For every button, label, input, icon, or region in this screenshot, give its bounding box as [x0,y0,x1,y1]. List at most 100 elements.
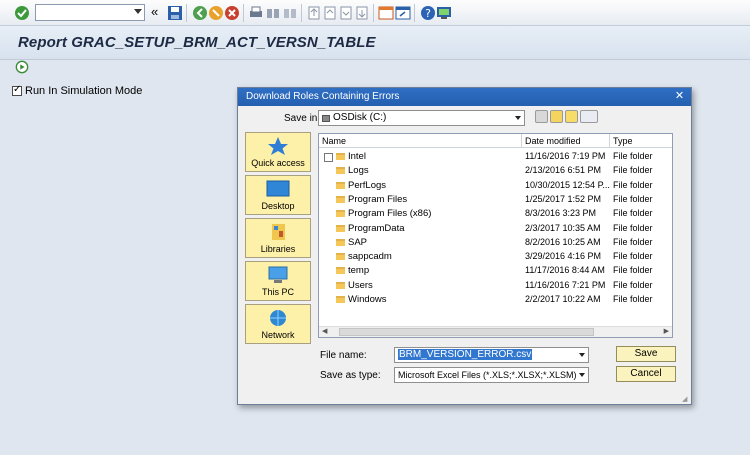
sap-toolbar: « ? [0,0,750,26]
file-row[interactable]: Program Files 1/25/2017 1:52 PM File folde… [319,193,670,207]
computer-icon [268,266,288,283]
file-name: Windows [348,294,387,305]
page-title: Report GRAC_SETUP_BRM_ACT_VERSN_TABLE [18,34,376,51]
dialog-title: Download Roles Containing Errors [246,91,400,102]
file-row[interactable]: Program Files (x86) 8/3/2016 3:23 PM File … [319,207,670,221]
save-as-type-value: Microsoft Excel Files (*.XLS;*.XLSX;*.XL… [398,370,577,380]
file-list: Name Date modified Type Intel 11/16/2016 … [318,133,673,338]
back-icon[interactable] [192,5,208,21]
chevron-down-icon [515,116,521,120]
execute-icon[interactable] [15,60,29,74]
file-type: File folder [613,279,653,290]
file-date-modified: 11/17/2016 8:44 AM [525,265,605,276]
file-name: Program Files [348,193,408,205]
file-type: File folder [613,151,653,161]
save-as-type-select[interactable]: Microsoft Excel Files (*.XLS;*.XLSX;*.XL… [394,367,589,383]
scroll-thumb[interactable] [339,328,594,336]
place-label: This PC [261,287,294,297]
application-toolbar [0,60,750,76]
exit-icon[interactable] [208,5,224,21]
file-date-modified: 1/25/2017 1:52 PM [525,193,602,204]
place-quick-access[interactable]: Quick access [245,132,311,172]
file-name: Users [348,279,373,291]
column-header-name[interactable]: Name [319,134,522,148]
save-file-dialog: Download Roles Containing Errors ✕ Save … [237,87,692,405]
file-date-modified: 8/3/2016 3:23 PM [525,208,597,219]
save-button[interactable]: Save [616,346,676,362]
command-dropdown-arrow-icon[interactable] [134,9,142,14]
file-row[interactable]: temp 11/17/2016 8:44 AM File folder [319,264,670,278]
find-next-icon[interactable] [282,5,298,21]
help-icon[interactable]: ? [420,5,436,21]
file-row[interactable]: sappcadm 3/29/2016 4:16 PM File folder [319,250,670,264]
desktop-icon [266,180,290,197]
resize-grip-icon[interactable]: ◢ [682,395,690,403]
customize-layout-icon[interactable] [436,5,452,21]
folder-icon [336,167,345,175]
file-name: Intel [348,151,366,162]
close-icon[interactable]: ✕ [673,90,686,103]
file-type: File folder [613,193,653,204]
save-disk-icon[interactable] [167,5,183,21]
folder-icon [336,224,345,232]
file-date-modified: 10/30/2015 12:54 P... [525,179,610,190]
libraries-icon [272,224,285,240]
folder-icon [336,210,345,218]
file-date-modified: 2/3/2017 10:35 AM [525,222,601,233]
view-menu-icon[interactable] [580,110,598,123]
cancel-icon[interactable] [224,5,240,21]
file-row[interactable]: ProgramData 2/3/2017 10:35 AM File folder [319,222,670,236]
save-in-select[interactable]: OSDisk (C:) [318,110,525,126]
file-row[interactable]: SAP 8/2/2016 10:25 AM File folder [319,236,670,250]
column-header-date[interactable]: Date modified [522,134,610,148]
enter-check-icon[interactable] [14,5,30,21]
place-network[interactable]: Network [245,304,311,344]
next-page-icon[interactable] [338,5,354,21]
up-folder-icon[interactable] [550,110,563,123]
new-folder-icon[interactable] [565,110,578,123]
previous-page-icon[interactable] [322,5,338,21]
scroll-left-icon[interactable]: ◀ [322,327,327,335]
command-field[interactable] [35,4,145,21]
scroll-right-icon[interactable]: ▶ [664,327,669,335]
new-session-icon[interactable] [378,5,394,21]
folder-icon [336,267,345,275]
cancel-button[interactable]: Cancel [616,366,676,382]
file-row[interactable]: Users 11/16/2016 7:21 PM File folder [319,279,670,293]
file-type: File folder [613,222,653,233]
back-arrow-icon[interactable] [535,110,548,123]
place-this-pc[interactable]: This PC [245,261,311,301]
file-name-input[interactable]: BRM_VERSION_ERROR.csv [394,347,589,363]
find-icon[interactable] [265,5,281,21]
file-type: File folder [613,208,653,219]
dialog-title-bar[interactable]: Download Roles Containing Errors ✕ [238,88,691,106]
place-libraries[interactable]: Libraries [245,218,311,258]
print-icon[interactable] [248,5,264,21]
file-date-modified: 2/2/2017 10:22 AM [525,294,601,304]
double-chevron-left-icon[interactable]: « [151,5,167,21]
file-date-modified: 2/13/2016 6:51 PM [525,165,602,176]
file-row[interactable]: PerfLogs 10/30/2015 12:54 P... File folder [319,179,670,193]
file-date-modified: 11/16/2016 7:21 PM [525,279,606,290]
horizontal-scrollbar[interactable]: ◀ ▶ [319,326,672,337]
file-name: PerfLogs [348,179,387,191]
simulation-mode-label: Run In Simulation Mode [25,85,143,97]
chevron-down-icon[interactable] [579,353,585,357]
place-label: Desktop [261,201,295,211]
shortcut-icon[interactable] [395,5,411,21]
file-type: File folder [613,236,653,247]
row-select-checkbox[interactable] [324,153,333,162]
first-page-icon[interactable] [306,5,322,21]
last-page-icon[interactable] [354,5,370,21]
file-row[interactable]: Windows 2/2/2017 10:22 AM File folder [319,293,670,307]
simulation-mode-checkbox[interactable] [12,84,22,96]
place-desktop[interactable]: Desktop [245,175,311,215]
file-name: Program Files (x86) [348,208,432,220]
column-header-type[interactable]: Type [610,134,672,148]
file-type: File folder [613,294,653,304]
file-row[interactable]: Logs 2/13/2016 6:51 PM File folder [319,164,670,178]
svg-text:?: ? [425,7,431,20]
file-row[interactable]: Intel 11/16/2016 7:19 PM File folder [319,150,670,164]
folder-icon [336,253,345,261]
file-type: File folder [613,179,653,190]
